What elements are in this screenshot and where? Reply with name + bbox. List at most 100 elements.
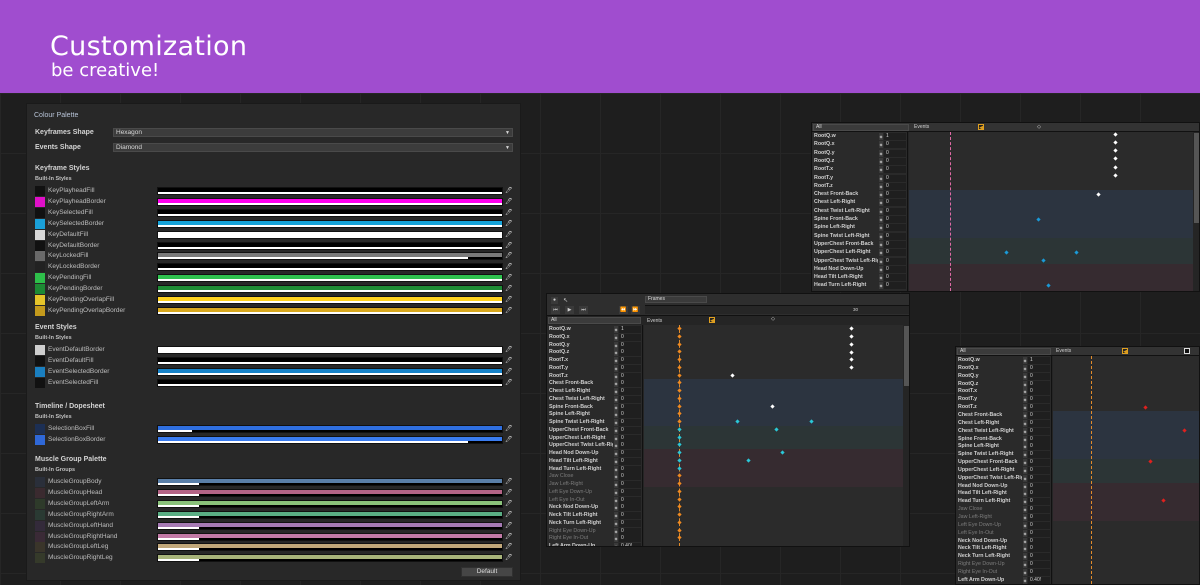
filter-dropdown[interactable]: All: [813, 124, 909, 131]
track-label[interactable]: Left Arm Down-Up: [549, 543, 613, 546]
colour-field[interactable]: [157, 435, 503, 444]
key-toggle-icon[interactable]: ◆: [1023, 419, 1027, 427]
track-value[interactable]: 0: [884, 199, 906, 207]
track-label[interactable]: RootQ.w: [958, 357, 1022, 365]
track-value[interactable]: 0: [1028, 545, 1050, 553]
track-value[interactable]: 0: [619, 504, 641, 512]
track-label[interactable]: Neck Tilt Left-Right: [958, 545, 1022, 553]
eyedropper-icon[interactable]: 🖊: [505, 186, 514, 196]
key-toggle-icon[interactable]: ◆: [1023, 435, 1027, 443]
track-value[interactable]: 0: [619, 411, 641, 419]
track-value[interactable]: 0: [1028, 537, 1050, 545]
track-label[interactable]: Chest Twist Left-Right: [814, 208, 878, 216]
key-toggle-icon[interactable]: ◆: [614, 504, 618, 512]
colour-field[interactable]: [157, 478, 503, 486]
key-toggle-icon[interactable]: ◆: [1023, 498, 1027, 506]
eyedropper-icon[interactable]: 🖊: [505, 208, 514, 218]
keyframe[interactable]: [1113, 156, 1118, 161]
keyframe[interactable]: [849, 350, 854, 355]
track-value[interactable]: 0: [619, 465, 641, 473]
eyedropper-icon[interactable]: 🖊: [505, 219, 514, 229]
event-marker-icon[interactable]: ◀: [709, 317, 715, 324]
key-toggle-icon[interactable]: ◆: [614, 519, 618, 527]
track-label[interactable]: RootT.z: [958, 404, 1022, 412]
key-toggle-icon[interactable]: ◆: [1023, 506, 1027, 514]
track-label[interactable]: UpperChest Twist Left-Righ: [814, 258, 878, 266]
key-toggle-icon[interactable]: ◆: [614, 426, 618, 434]
eyedropper-icon[interactable]: 🖊: [505, 532, 514, 542]
colour-field[interactable]: [157, 510, 503, 519]
track-value[interactable]: 0: [884, 191, 906, 199]
colour-row[interactable]: KeyPendingOverlapFill 🖊: [35, 295, 515, 305]
track-value[interactable]: 0.40!: [1028, 576, 1050, 584]
key-toggle-icon[interactable]: ◆: [614, 357, 618, 364]
key-toggle-icon[interactable]: ◆: [614, 442, 618, 450]
track-value[interactable]: 0: [619, 419, 641, 426]
key-toggle-icon[interactable]: ◆: [1023, 466, 1027, 474]
track-label[interactable]: Head Tilt Left-Right: [814, 274, 878, 282]
colour-field[interactable]: [157, 219, 503, 228]
track-value[interactable]: 0: [1028, 553, 1050, 561]
keyframe-area[interactable]: [1053, 356, 1199, 584]
track-value[interactable]: 0: [884, 182, 906, 190]
key-toggle-icon[interactable]: ◆: [879, 199, 883, 207]
keyframe[interactable]: [1113, 140, 1118, 145]
key-toggle-icon[interactable]: ◆: [879, 141, 883, 149]
track-value[interactable]: 0: [619, 442, 641, 450]
key-toggle-icon[interactable]: ◆: [614, 450, 618, 457]
track-value[interactable]: 0: [619, 527, 641, 535]
track-value[interactable]: 0: [884, 257, 906, 265]
track-value[interactable]: 0.40!: [619, 543, 641, 546]
keyframe[interactable]: [849, 326, 854, 331]
colour-row[interactable]: KeyDefaultFill 🖊: [35, 229, 515, 240]
track-label[interactable]: RootQ.z: [814, 158, 878, 166]
frames-dropdown[interactable]: Frames: [645, 296, 707, 303]
key-toggle-icon[interactable]: ◆: [614, 465, 618, 473]
default-button[interactable]: Default: [461, 567, 513, 577]
colour-field[interactable]: [157, 543, 503, 552]
track-value[interactable]: 0: [619, 403, 641, 411]
track-value[interactable]: 0: [884, 149, 906, 157]
track-label[interactable]: Chest Left-Right: [814, 199, 878, 207]
keyframe[interactable]: [849, 357, 854, 362]
track-label[interactable]: Jaw Left-Right: [958, 514, 1022, 522]
track-value[interactable]: 0: [619, 535, 641, 543]
track-label[interactable]: Left Eye In-Out: [958, 530, 1022, 538]
colour-field[interactable]: [157, 274, 503, 283]
key-toggle-icon[interactable]: ◆: [614, 333, 618, 341]
track-value[interactable]: 0: [1028, 506, 1050, 514]
next-key-icon[interactable]: ⏩: [631, 306, 640, 314]
colour-field[interactable]: [157, 306, 503, 315]
key-toggle-icon[interactable]: ◆: [1023, 451, 1027, 459]
key-toggle-icon[interactable]: ◆: [614, 535, 618, 543]
track-label[interactable]: RootT.x: [814, 166, 878, 174]
track-value[interactable]: 1: [1028, 357, 1050, 364]
track-label[interactable]: UpperChest Twist Left-Right: [958, 475, 1022, 483]
key-toggle-icon[interactable]: ◆: [879, 191, 883, 199]
track-value[interactable]: 0: [1028, 568, 1050, 576]
track-label[interactable]: Head Nod Down-Up: [814, 266, 878, 274]
cursor-icon[interactable]: ↖: [563, 297, 568, 304]
key-toggle-icon[interactable]: ◆: [614, 341, 618, 349]
colour-field[interactable]: [157, 554, 503, 563]
colour-field[interactable]: [157, 263, 503, 272]
keyframe[interactable]: [849, 334, 854, 339]
colour-field[interactable]: [157, 425, 503, 433]
colour-row[interactable]: KeyPendingBorder 🖊: [35, 284, 515, 295]
eyedropper-icon[interactable]: 🖊: [505, 251, 514, 261]
track-label[interactable]: Spine Twist Left-Right: [958, 451, 1022, 459]
track-label[interactable]: UpperChest Left-Right: [958, 467, 1022, 475]
eyedropper-icon[interactable]: 🖊: [505, 230, 514, 240]
key-toggle-icon[interactable]: ◆: [1023, 474, 1027, 482]
track-value[interactable]: 0: [1028, 451, 1050, 459]
track-label[interactable]: Head Nod Down-Up: [958, 483, 1022, 491]
track-value[interactable]: 0: [884, 216, 906, 223]
track-label[interactable]: Spine Front-Back: [958, 436, 1022, 444]
colour-row[interactable]: SelectionBoxFill 🖊: [35, 424, 515, 434]
track-label[interactable]: RootT.x: [958, 388, 1022, 396]
eyedropper-icon[interactable]: 🖊: [505, 510, 514, 520]
track-label[interactable]: Neck Nod Down-Up: [958, 538, 1022, 546]
eyedropper-icon[interactable]: 🖊: [505, 378, 514, 388]
track-label[interactable]: RootQ.z: [958, 381, 1022, 389]
track-value[interactable]: 0: [1028, 404, 1050, 412]
